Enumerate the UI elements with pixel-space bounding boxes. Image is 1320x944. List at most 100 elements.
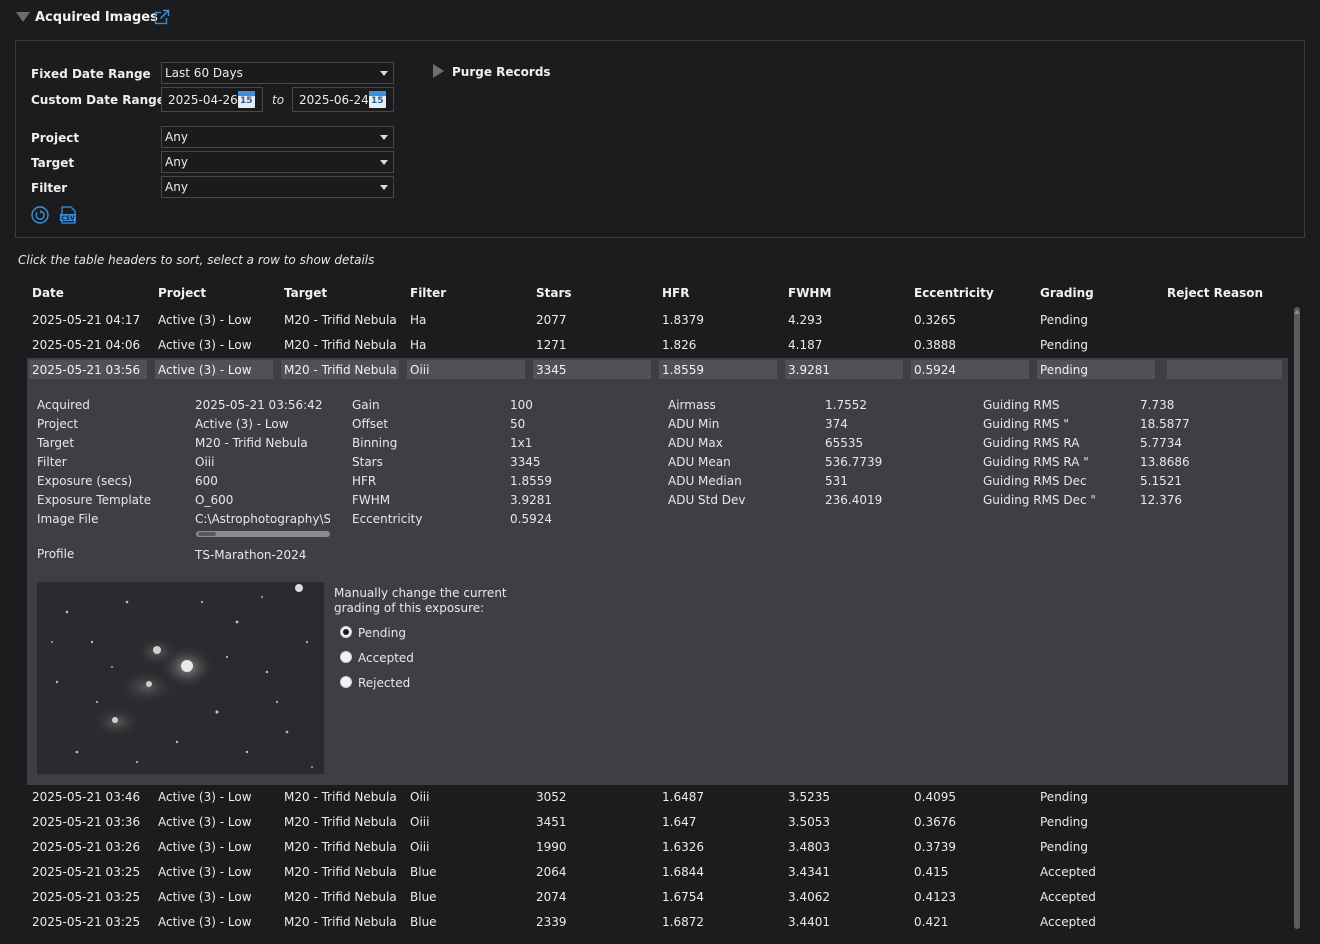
image-file-scrollbar[interactable] xyxy=(196,531,330,537)
column-header-reject-reason[interactable]: Reject Reason xyxy=(1167,286,1263,300)
expand-triangle-icon[interactable] xyxy=(433,64,444,78)
cell-fwhm: 3.4341 xyxy=(788,865,830,879)
date-to-value: 2025-06-24 xyxy=(299,93,369,107)
detail-value-airmass: 1.7552 xyxy=(825,398,867,412)
cell-eccentricity: 0.4095 xyxy=(914,790,956,804)
collapse-caret-icon[interactable] xyxy=(16,12,30,22)
fixed-date-range-label: Fixed Date Range xyxy=(31,67,151,81)
column-header-hfr[interactable]: HFR xyxy=(662,286,689,300)
cell-fwhm: 4.293 xyxy=(788,313,823,327)
radio-label-rejected[interactable]: Rejected xyxy=(358,676,410,690)
date-to-picker[interactable]: 2025-06-24 15 xyxy=(292,87,394,112)
radio-label-accepted[interactable]: Accepted xyxy=(358,651,414,665)
cell-grading: Pending xyxy=(1040,790,1088,804)
target-select[interactable]: Any xyxy=(161,151,394,173)
table-scrollbar[interactable] xyxy=(1294,307,1300,929)
cell-project: Active (3) - Low xyxy=(158,865,252,879)
refresh-icon[interactable] xyxy=(31,206,49,224)
calendar-icon[interactable]: 15 xyxy=(369,91,386,108)
detail-label-filter: Filter xyxy=(37,455,67,469)
cell-hfr: 1.826 xyxy=(662,338,697,352)
detail-label-project: Project xyxy=(37,417,79,431)
cell-filter: Ha xyxy=(410,313,427,327)
cell-project: Active (3) - Low xyxy=(158,915,252,929)
cell-hfr: 1.8559 xyxy=(662,363,704,377)
detail-value-guiding-rms-ra: 5.7734 xyxy=(1140,436,1182,450)
detail-value-image-file[interactable]: C:\Astrophotography\Ses xyxy=(195,512,330,526)
detail-value-adu-median: 531 xyxy=(825,474,848,488)
column-header-eccentricity[interactable]: Eccentricity xyxy=(914,286,994,300)
cell-grading: Pending xyxy=(1040,815,1088,829)
cell-fwhm: 3.5235 xyxy=(788,790,830,804)
cell-hfr: 1.6872 xyxy=(662,915,704,929)
column-header-project[interactable]: Project xyxy=(158,286,206,300)
detail-label-guiding-rms-dec-arcsec: Guiding RMS Dec " xyxy=(983,493,1096,507)
project-select[interactable]: Any xyxy=(161,126,394,148)
radio-rejected[interactable] xyxy=(340,676,352,688)
fixed-date-range-select[interactable]: Last 60 Days xyxy=(161,62,394,84)
table-row[interactable]: 2025-05-21 04:06 Active (3) - Low M20 - … xyxy=(27,333,1288,358)
table-row[interactable]: 2025-05-21 03:25 Active (3) - Low M20 - … xyxy=(27,860,1288,885)
cell-target: M20 - Trifid Nebula xyxy=(284,313,397,327)
column-header-grading[interactable]: Grading xyxy=(1040,286,1094,300)
detail-label-guiding-rms-arcsec: Guiding RMS " xyxy=(983,417,1069,431)
detail-label-offset: Offset xyxy=(352,417,389,431)
column-header-target[interactable]: Target xyxy=(284,286,327,300)
chevron-down-icon xyxy=(380,71,388,76)
cell-eccentricity: 0.3676 xyxy=(914,815,956,829)
filter-select[interactable]: Any xyxy=(161,176,394,198)
cell-target: M20 - Trifid Nebula xyxy=(284,840,397,854)
detail-value-adu-max: 65535 xyxy=(825,436,864,450)
detail-value-binning: 1x1 xyxy=(510,436,533,450)
csv-export-icon[interactable]: CSV xyxy=(59,206,77,224)
detail-label-airmass: Airmass xyxy=(668,398,716,412)
detail-value-guiding-rms-ra-arcsec: 13.8686 xyxy=(1140,455,1190,469)
cell-stars: 1990 xyxy=(536,840,567,854)
cell-project: Active (3) - Low xyxy=(158,840,252,854)
cell-hfr: 1.8379 xyxy=(662,313,704,327)
column-header-fwhm[interactable]: FWHM xyxy=(788,286,831,300)
radio-accepted[interactable] xyxy=(340,651,352,663)
date-from-picker[interactable]: 2025-04-26 15 xyxy=(161,87,263,112)
cell-date: 2025-05-21 03:26 xyxy=(32,840,141,854)
radio-label-pending[interactable]: Pending xyxy=(358,626,406,640)
purge-records-toggle[interactable]: Purge Records xyxy=(452,65,551,79)
table-row[interactable]: 2025-05-21 03:26 Active (3) - Low M20 - … xyxy=(27,835,1288,860)
scroll-up-arrow-icon[interactable] xyxy=(1292,307,1302,317)
column-header-stars[interactable]: Stars xyxy=(536,286,572,300)
cell-stars: 1271 xyxy=(536,338,567,352)
table-row[interactable]: 2025-05-21 03:46 Active (3) - Low M20 - … xyxy=(27,785,1288,810)
cell-filter: Blue xyxy=(410,890,437,904)
detail-label-profile: Profile xyxy=(37,547,75,561)
detail-label-guiding-rms-ra-arcsec: Guiding RMS RA " xyxy=(983,455,1089,469)
cell-target: M20 - Trifid Nebula xyxy=(284,890,397,904)
detail-label-binning: Binning xyxy=(352,436,398,450)
detail-label-hfr: HFR xyxy=(352,474,377,488)
chevron-down-icon xyxy=(380,160,388,165)
table-row[interactable]: 2025-05-21 04:17 Active (3) - Low M20 - … xyxy=(27,308,1288,333)
cell-filter: Blue xyxy=(410,915,437,929)
cell-target: M20 - Trifid Nebula xyxy=(284,915,397,929)
detail-label-adu-std-dev: ADU Std Dev xyxy=(668,493,746,507)
cell-fwhm: 3.4803 xyxy=(788,840,830,854)
cell-grading: Pending xyxy=(1040,338,1088,352)
external-link-icon[interactable] xyxy=(154,9,170,25)
detail-value-guiding-rms-dec: 5.1521 xyxy=(1140,474,1182,488)
fixed-date-range-value: Last 60 Days xyxy=(165,66,243,80)
custom-date-range-label: Custom Date Range xyxy=(31,93,165,107)
table-row[interactable]: 2025-05-21 03:36 Active (3) - Low M20 - … xyxy=(27,810,1288,835)
cell-stars: 3345 xyxy=(536,363,567,377)
image-file-scrollbar-thumb[interactable] xyxy=(198,532,216,536)
column-header-filter[interactable]: Filter xyxy=(410,286,446,300)
calendar-icon[interactable]: 15 xyxy=(238,91,255,108)
detail-value-gain: 100 xyxy=(510,398,533,412)
table-row[interactable]: 2025-05-21 03:25 Active (3) - Low M20 - … xyxy=(27,910,1288,935)
column-header-date[interactable]: Date xyxy=(32,286,64,300)
cell-filter: Oiii xyxy=(410,815,430,829)
detail-label-gain: Gain xyxy=(352,398,380,412)
detail-value-acquired: 2025-05-21 03:56:42 xyxy=(195,398,323,412)
table-row[interactable]: 2025-05-21 03:25 Active (3) - Low M20 - … xyxy=(27,885,1288,910)
radio-pending[interactable] xyxy=(340,626,352,638)
table-row-selected[interactable]: 2025-05-21 03:56 Active (3) - Low M20 - … xyxy=(27,358,1288,383)
table-hint: Click the table headers to sort, select … xyxy=(18,253,375,267)
